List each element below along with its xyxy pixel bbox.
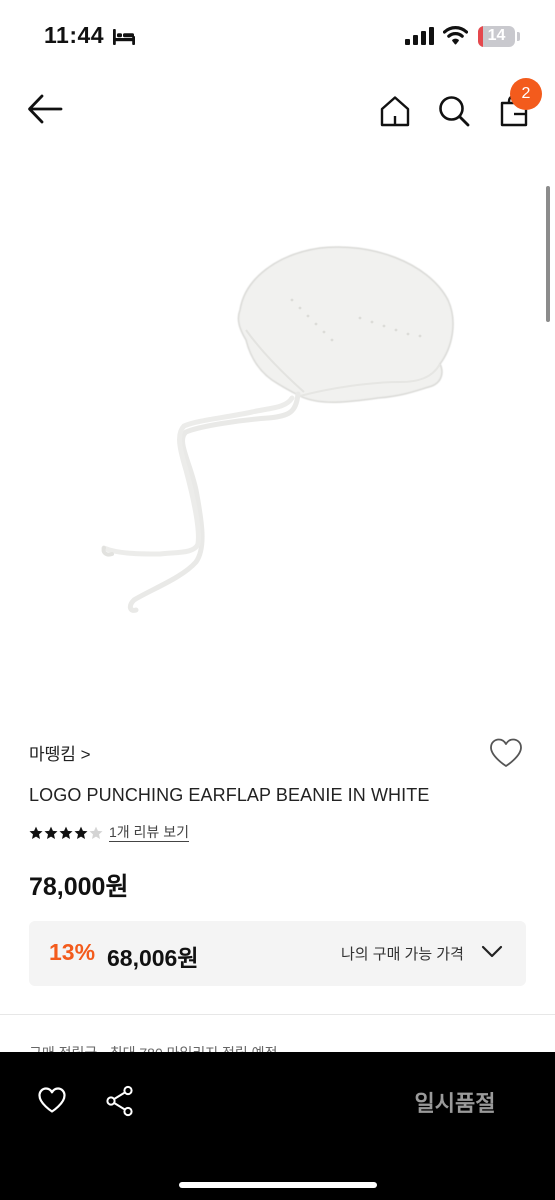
signal-icon <box>405 27 434 45</box>
nav-bar: 2 <box>0 74 555 148</box>
discount-price: 68,006원 <box>107 945 199 971</box>
home-icon[interactable] <box>378 94 412 128</box>
share-icon[interactable] <box>105 1085 135 1117</box>
status-bar: 11:44 14 <box>0 0 555 74</box>
review-link[interactable]: 1개 리뷰 보기 <box>109 824 189 842</box>
beanie-illustration <box>101 246 454 613</box>
heart-icon[interactable] <box>37 1086 67 1114</box>
star-filled-icon <box>29 826 43 839</box>
product-title: LOGO PUNCHING EARFLAP BEANIE IN WHITE <box>29 785 430 805</box>
battery-level-text: 14 <box>487 27 506 44</box>
brand-chevron-icon: > <box>80 745 91 764</box>
status-time: 11:44 <box>44 22 105 48</box>
battery-icon: 14 <box>478 26 515 47</box>
soldout-button[interactable]: 일시품절 <box>380 1084 530 1124</box>
section-divider <box>0 1014 555 1015</box>
star-filled-icon <box>74 826 88 839</box>
star-empty-icon <box>89 826 103 839</box>
wishlist-heart-icon[interactable] <box>488 737 524 769</box>
rating-row: 1개 리뷰 보기 <box>29 823 189 843</box>
cart-count-badge: 2 <box>510 78 542 110</box>
star-filled-icon <box>59 826 73 839</box>
brand-link[interactable]: 마뗑킴 > <box>29 740 91 765</box>
scroll-indicator[interactable] <box>546 186 550 322</box>
discount-rate: 13% <box>49 939 96 965</box>
star-rating <box>29 826 103 840</box>
bottom-action-bar: 일시품절 <box>0 1052 555 1200</box>
back-arrow-icon[interactable] <box>26 92 64 126</box>
home-indicator <box>179 1182 377 1188</box>
bed-icon <box>113 29 135 45</box>
wifi-icon <box>443 26 468 45</box>
battery-cap <box>517 32 520 41</box>
chevron-down-icon <box>481 945 503 958</box>
search-icon[interactable] <box>437 94 471 128</box>
product-price: 78,000원 <box>29 873 129 901</box>
available-price-label: 나의 구매 가능 가격 <box>341 946 464 963</box>
my-price-dropdown[interactable]: 13% 68,006원 나의 구매 가능 가격 <box>29 921 526 986</box>
product-image[interactable] <box>0 150 555 710</box>
star-filled-icon <box>44 826 58 839</box>
brand-name: 마뗑킴 <box>29 745 76 764</box>
